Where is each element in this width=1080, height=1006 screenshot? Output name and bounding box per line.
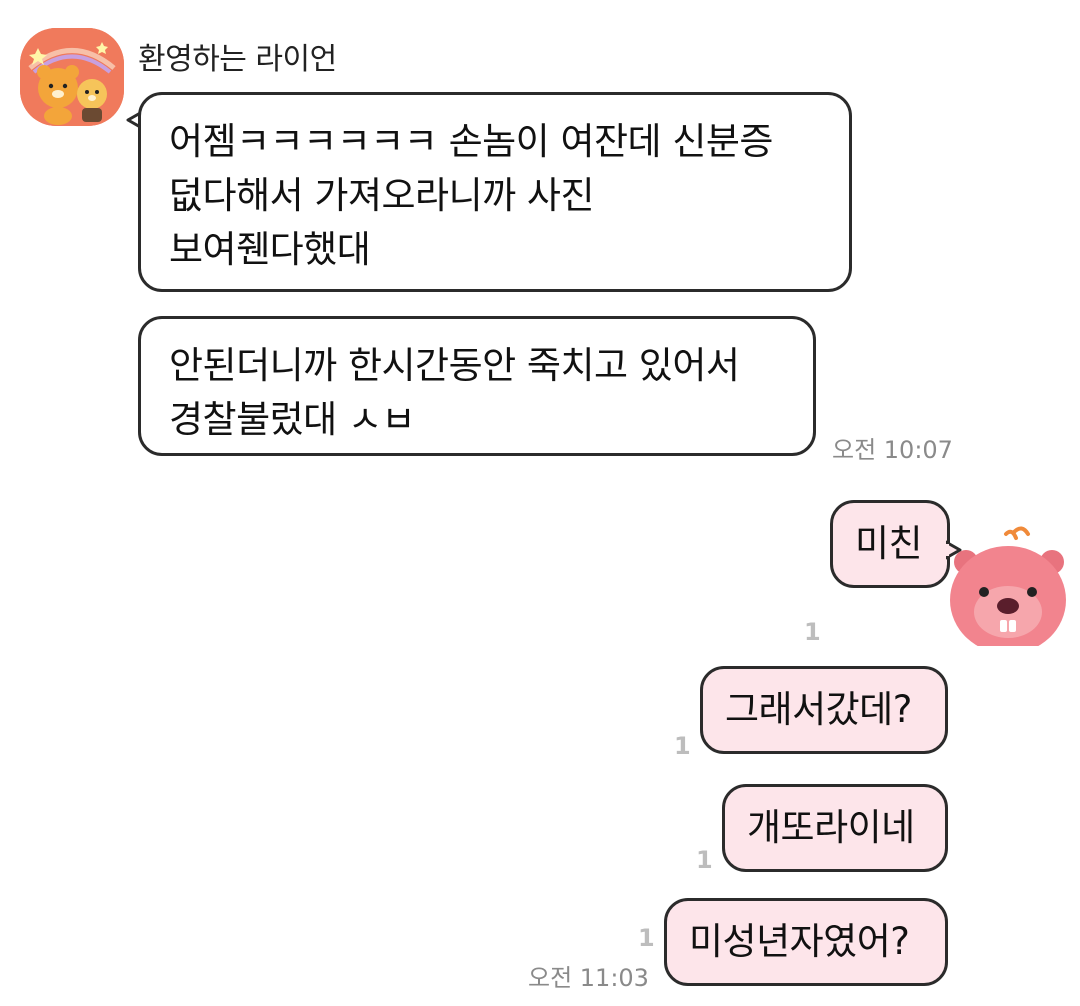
outgoing-message-bubble[interactable]: 개또라이네 bbox=[722, 784, 948, 872]
message-text: 미성년자였어? bbox=[689, 920, 910, 963]
incoming-message-bubble[interactable]: 안된더니까 한시간동안 죽치고 있어서 경찰불렀대 ㅅㅂ bbox=[138, 316, 816, 456]
sender-name: 환영하는 라이언 bbox=[138, 42, 337, 77]
incoming-message-bubble[interactable]: 어젬ㅋㅋㅋㅋㅋㅋ 손놈이 여잔데 신분증 덦다해서 가져오라니까 사진 보여줸다… bbox=[138, 92, 852, 292]
loopy-sticker-icon[interactable] bbox=[948, 522, 1068, 646]
unread-count: 1 bbox=[638, 924, 655, 952]
message-text: 그래서갔데? bbox=[725, 688, 912, 731]
message-text: 미친 bbox=[855, 522, 923, 565]
profile-avatar[interactable] bbox=[20, 28, 124, 126]
chat-screen: 환영하는 라이언 어젬ㅋㅋㅋㅋㅋㅋ 손놈이 여잔데 신분증 덦다해서 가져오라니… bbox=[0, 0, 1080, 1006]
outgoing-message-bubble[interactable]: 그래서갔데? bbox=[700, 666, 948, 754]
message-line: 경찰불렀대 ㅅㅂ bbox=[169, 398, 416, 441]
message-line: 보여줸다했대 bbox=[169, 228, 371, 271]
message-line: 어젬ㅋㅋㅋㅋㅋㅋ 손놈이 여잔데 신분증 bbox=[169, 120, 773, 163]
outgoing-message-bubble[interactable]: 미친 bbox=[830, 500, 950, 588]
outgoing-message-bubble[interactable]: 미성년자였어? bbox=[664, 898, 948, 986]
unread-count: 1 bbox=[696, 846, 713, 874]
message-timestamp: 오전 10:07 bbox=[832, 436, 953, 464]
message-line: 안된더니까 한시간동안 죽치고 있어서 bbox=[169, 344, 740, 387]
unread-count: 1 bbox=[674, 732, 691, 760]
message-text: 개또라이네 bbox=[747, 806, 915, 849]
unread-count: 1 bbox=[804, 618, 821, 646]
message-line: 덦다해서 가져오라니까 사진 bbox=[169, 174, 595, 217]
message-timestamp: 오전 11:03 bbox=[528, 964, 649, 992]
ryan-avatar-icon bbox=[20, 28, 124, 126]
